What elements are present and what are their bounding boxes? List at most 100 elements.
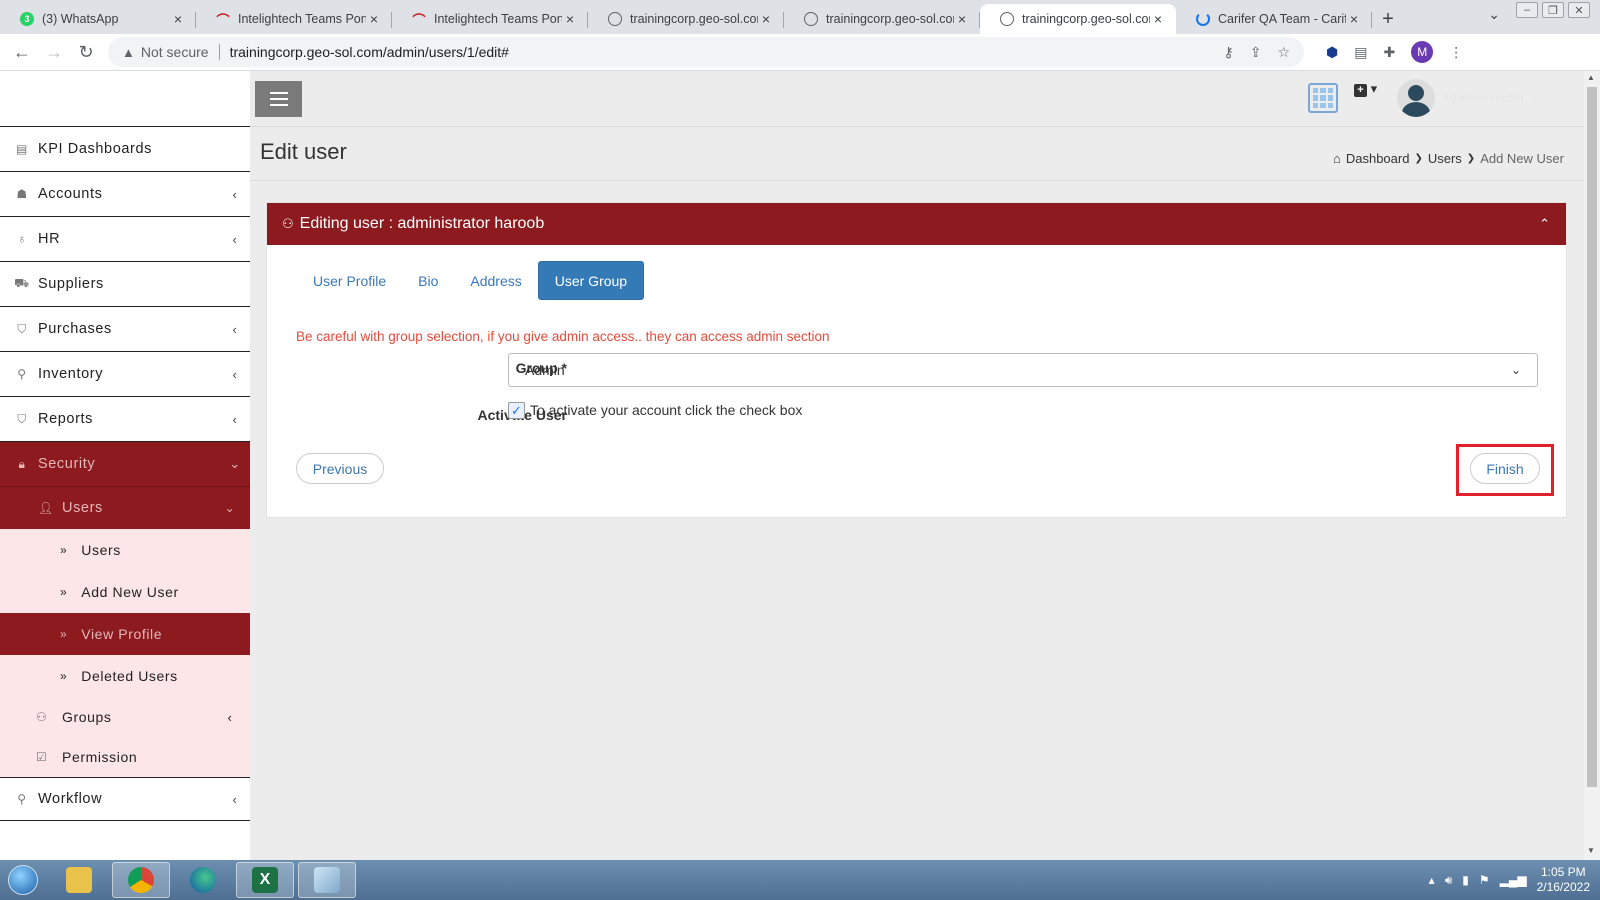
network-warning-icon[interactable]: ⚑ [1479, 873, 1490, 887]
key-icon[interactable]: ⚷ [1223, 44, 1233, 61]
sidebar-item-label: Suppliers [38, 276, 104, 292]
extension-clipboard-icon[interactable]: ▤ [1354, 44, 1367, 61]
share-icon[interactable]: ⇪ [1250, 44, 1262, 61]
sidebar-subitem-groups[interactable]: ⚇ Groups ‹ [0, 697, 250, 737]
browser-tab-trainingcorp-active[interactable]: trainingcorp.geo-sol.com × [980, 4, 1176, 34]
group-select[interactable]: Admin ⌄ [508, 353, 1538, 387]
close-tab-icon[interactable]: × [1150, 11, 1166, 27]
globe-icon [804, 12, 818, 26]
close-tab-icon[interactable]: × [562, 11, 578, 27]
sidebar-subitem-permission[interactable]: ☑ Permission [0, 737, 250, 777]
scrollbar-thumb[interactable] [1587, 87, 1597, 787]
signal-icon[interactable]: ▂▄▆ [1500, 873, 1527, 887]
tray-expand-icon[interactable]: ▴ [1429, 873, 1435, 887]
breadcrumb-users[interactable]: Users [1428, 151, 1462, 166]
close-tab-icon[interactable]: × [954, 11, 970, 27]
reload-icon[interactable]: ↻ [70, 36, 102, 68]
tab-bio[interactable]: Bio [402, 261, 454, 300]
user-avatar[interactable] [1397, 79, 1435, 117]
browser-tab-trainingcorp-1[interactable]: trainingcorp.geo-sol.com × [588, 4, 784, 34]
tab-title: trainingcorp.geo-sol.com [826, 12, 954, 26]
taskbar-excel[interactable]: X [236, 862, 294, 898]
close-tab-icon[interactable]: × [1346, 11, 1362, 27]
forward-icon[interactable]: → [38, 36, 70, 68]
browser-tab-whatsapp[interactable]: 3 (3) WhatsApp × [0, 4, 196, 34]
close-tab-icon[interactable]: × [170, 11, 186, 27]
browser-tab-teams-portal-2[interactable]: ⌒ Intelightech Teams Portal × [392, 4, 588, 34]
extension-shield-icon[interactable]: ⬢ [1326, 44, 1338, 61]
page-scrollbar[interactable]: ▲ ▼ [1584, 71, 1600, 860]
activate-user-checkbox[interactable]: ✓ [508, 402, 525, 419]
chevron-down-icon: ⌄ [224, 501, 236, 515]
sidebar-item-inventory[interactable]: ⚲ Inventory ‹ [0, 351, 250, 396]
sidebar-leaf-view-profile[interactable]: » View Profile [0, 613, 250, 655]
scroll-up-icon[interactable]: ▲ [1587, 73, 1595, 82]
sidebar-item-security[interactable]: 🔒︎ Security ⌄ [0, 441, 250, 486]
sidebar-item-hr[interactable]: ♁ HR ‹ [0, 216, 250, 261]
chevron-up-icon[interactable]: ⌃ [1539, 216, 1550, 232]
close-tab-icon[interactable]: × [758, 11, 774, 27]
start-button[interactable] [0, 860, 46, 900]
tab-title: trainingcorp.geo-sol.com [1022, 12, 1150, 26]
finish-button[interactable]: Finish [1470, 453, 1540, 484]
minimize-icon[interactable]: – [1516, 2, 1538, 18]
battery-icon[interactable]: ▮ [1462, 873, 1469, 887]
content-header: Edit user ⌂ Dashboard ❯ Users ❯ Add New … [250, 126, 1584, 181]
breadcrumb-dashboard[interactable]: Dashboard [1346, 151, 1410, 166]
taskbar-notepad[interactable] [298, 862, 356, 898]
address-bar[interactable]: ▲ Not secure trainingcorp.geo-sol.com/ad… [108, 37, 1304, 67]
sidebar-item-label: KPI Dashboards [38, 141, 152, 157]
sidebar-leaf-deleted-users[interactable]: » Deleted Users [0, 655, 250, 697]
sidebar-item-label: Reports [38, 411, 93, 427]
sidebar-item-label: Inventory [38, 366, 104, 382]
breadcrumb-separator-icon: ❯ [1414, 153, 1423, 164]
quick-add-dropdown[interactable]: + ▾ [1354, 81, 1377, 97]
tab-search-icon[interactable]: ⌄ [1488, 6, 1500, 23]
hr-icon: ♁ [17, 232, 27, 246]
double-chevron-right-icon: » [60, 627, 68, 641]
browser-menu-icon[interactable]: ⋮ [1449, 44, 1463, 61]
volume-icon[interactable]: 🔊︎ [1445, 873, 1453, 888]
sidebar-item-kpi-dashboards[interactable]: ▤ KPI Dashboards [0, 126, 250, 171]
sidebar-subitem-users[interactable]: 👤︎ Users ⌄ [0, 486, 250, 529]
sidebar-item-suppliers[interactable]: ⛟ Suppliers [0, 261, 250, 306]
whatsapp-icon: 3 [20, 12, 34, 26]
scroll-down-icon[interactable]: ▼ [1587, 846, 1595, 855]
extensions-puzzle-icon[interactable]: ✚ [1383, 44, 1395, 61]
sidebar-item-purchases[interactable]: ⛉ Purchases ‹ [0, 306, 250, 351]
sidebar-item-accounts[interactable]: ☗ Accounts ‹ [0, 171, 250, 216]
sidebar-item-reports[interactable]: ⛉ Reports ‹ [0, 396, 250, 441]
store-icon[interactable] [1308, 83, 1338, 113]
previous-button[interactable]: Previous [296, 453, 384, 484]
taskbar-chrome[interactable] [112, 862, 170, 898]
tab-user-profile[interactable]: User Profile [297, 261, 402, 300]
double-chevron-right-icon: » [60, 543, 68, 557]
warning-icon: ▲ [122, 44, 135, 60]
sidebar-leaf-users[interactable]: » Users [0, 529, 250, 571]
close-window-icon[interactable]: ✕ [1568, 2, 1590, 18]
browser-tab-trainingcorp-2[interactable]: trainingcorp.geo-sol.com × [784, 4, 980, 34]
sidebar: ▤ KPI Dashboards ☗ Accounts ‹ ♁ HR ‹ ⛟ S… [0, 71, 250, 860]
tab-address[interactable]: Address [454, 261, 537, 300]
tab-user-group[interactable]: User Group [537, 261, 645, 300]
tab-title: (3) WhatsApp [42, 12, 119, 26]
restore-icon[interactable]: ❐ [1542, 2, 1564, 18]
plus-square-icon: + [1354, 84, 1367, 97]
sidebar-item-workflow[interactable]: ⚲ Workflow ‹ [0, 777, 250, 821]
star-icon[interactable]: ☆ [1277, 44, 1290, 61]
taskbar-clock[interactable]: 1:05 PM 2/16/2022 [1537, 865, 1590, 895]
profile-avatar[interactable]: M [1411, 41, 1434, 63]
new-tab-icon[interactable]: + [1372, 4, 1404, 34]
back-icon[interactable]: ← [6, 36, 38, 68]
edit-user-panel: ⚇ Editing user : administrator haroob ⌃ … [266, 202, 1567, 518]
sidebar-leaf-add-new-user[interactable]: » Add New User [0, 571, 250, 613]
browser-tab-carifer[interactable]: Carifer QA Team - Carifer × [1176, 4, 1372, 34]
taskbar-edge[interactable] [174, 862, 232, 898]
menu-toggle-button[interactable] [255, 81, 302, 117]
double-chevron-right-icon: » [60, 585, 68, 599]
browser-tab-teams-portal-1[interactable]: ⌒ Intelightech Teams Portal × [196, 4, 392, 34]
tab-title: trainingcorp.geo-sol.com [630, 12, 758, 26]
taskbar-file-explorer[interactable] [50, 862, 108, 898]
close-tab-icon[interactable]: × [366, 11, 382, 27]
user-menu[interactable]: administrator ⌄ [1442, 90, 1540, 106]
